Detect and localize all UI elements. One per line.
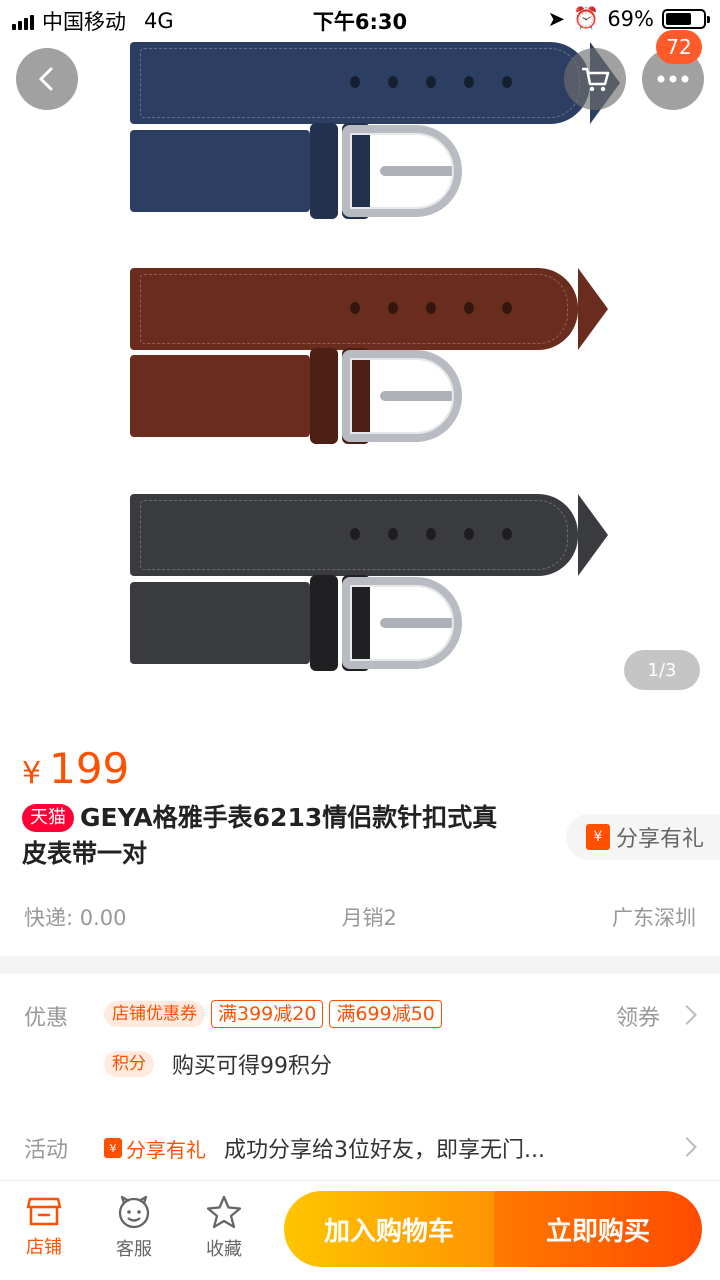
price-value: 199 (49, 744, 130, 793)
gift-icon: ¥ (586, 824, 610, 850)
star-icon (206, 1195, 242, 1229)
coupon-2[interactable]: 满699减50 (329, 1000, 442, 1028)
product-meta: 快递: 0.00 月销2 广东深圳 (24, 902, 696, 932)
more-dots-icon (657, 75, 689, 83)
gift-icon: ¥ (104, 1138, 122, 1158)
points-text: 购买可得99积分 (172, 1054, 332, 1079)
section-divider (0, 956, 720, 974)
monthly-sales: 月销2 (341, 906, 397, 930)
brown-buckle-strap (130, 348, 462, 444)
activity-row[interactable]: ¥ 分享有礼 成功分享给3位好友，即享无门... (104, 1132, 545, 1164)
buy-now-button[interactable]: 立即购买 (494, 1191, 702, 1267)
currency-symbol: ¥ (22, 756, 42, 791)
status-right: ➤ ⏰ 69% (547, 6, 710, 31)
coupon-row[interactable]: 店铺优惠券 满399减20 满699减50 (104, 1000, 442, 1028)
blue-buckle-strap (130, 123, 462, 219)
shipping-fee: 快递: 0.00 (24, 906, 127, 930)
black-long-strap (130, 494, 608, 576)
image-pager: 1/3 (624, 650, 700, 690)
activity-label: 活动 (24, 1138, 69, 1163)
tab-favorite[interactable]: 收藏 (184, 1195, 264, 1261)
add-to-cart-button[interactable]: 加入购物车 (284, 1191, 494, 1267)
ship-location: 广东深圳 (611, 906, 696, 930)
activity-text: 成功分享给3位好友，即享无门... (224, 1138, 545, 1163)
alarm-icon: ⏰ (573, 6, 600, 30)
activity-tag-label: 分享有礼 (126, 1137, 206, 1162)
points-row: 积分 购买可得99积分 (104, 1048, 332, 1080)
black-buckle-strap (130, 575, 462, 671)
share-gift-label: 分享有礼 (616, 827, 705, 852)
points-tag: 积分 (104, 1051, 154, 1077)
brown-long-strap (130, 268, 608, 350)
battery-percent: 69% (607, 6, 654, 31)
tab-shop[interactable]: 店铺 (4, 1195, 84, 1259)
back-button[interactable] (16, 48, 78, 110)
tab-service[interactable]: 客服 (94, 1195, 174, 1261)
chevron-right-icon[interactable] (677, 1005, 697, 1025)
chevron-right-icon[interactable] (677, 1137, 697, 1157)
status-bar: 中国移动 4G 下午6:30 ➤ ⏰ 69% (0, 0, 720, 40)
claim-coupon-link[interactable]: 领券 (616, 1000, 660, 1032)
battery-fill (666, 12, 691, 25)
cart-button[interactable] (564, 48, 626, 110)
promo-label: 优惠 (24, 1006, 69, 1031)
coupon-1[interactable]: 满399减20 (211, 1000, 324, 1028)
tab-shop-label: 店铺 (26, 1237, 62, 1258)
product-title-text: GEYA格雅手表6213情侣款针扣式真皮表带一对 (22, 803, 498, 868)
cart-icon (582, 67, 610, 92)
activity-share-tag: ¥ 分享有礼 (104, 1134, 206, 1163)
bottom-action-bar: 店铺 客服 收藏 加入购物车 立即购买 (0, 1180, 720, 1280)
price: ¥ 199 (22, 744, 129, 793)
tmall-badge: 天猫 (22, 804, 74, 832)
shop-coupon-tag: 店铺优惠券 (104, 1001, 205, 1027)
product-image[interactable]: 1/3 (0, 0, 720, 722)
battery-icon (662, 8, 710, 29)
product-title: 天猫 GEYA格雅手表6213情侣款针扣式真皮表带一对 (22, 800, 522, 872)
blue-long-strap (130, 42, 620, 124)
shop-icon (26, 1197, 62, 1226)
service-icon (118, 1195, 150, 1229)
tab-favorite-label: 收藏 (206, 1239, 242, 1260)
location-arrow-icon: ➤ (547, 6, 566, 31)
chevron-left-icon (38, 67, 53, 91)
share-gift-button[interactable]: ¥ 分享有礼 (566, 814, 720, 860)
tab-service-label: 客服 (116, 1239, 152, 1260)
